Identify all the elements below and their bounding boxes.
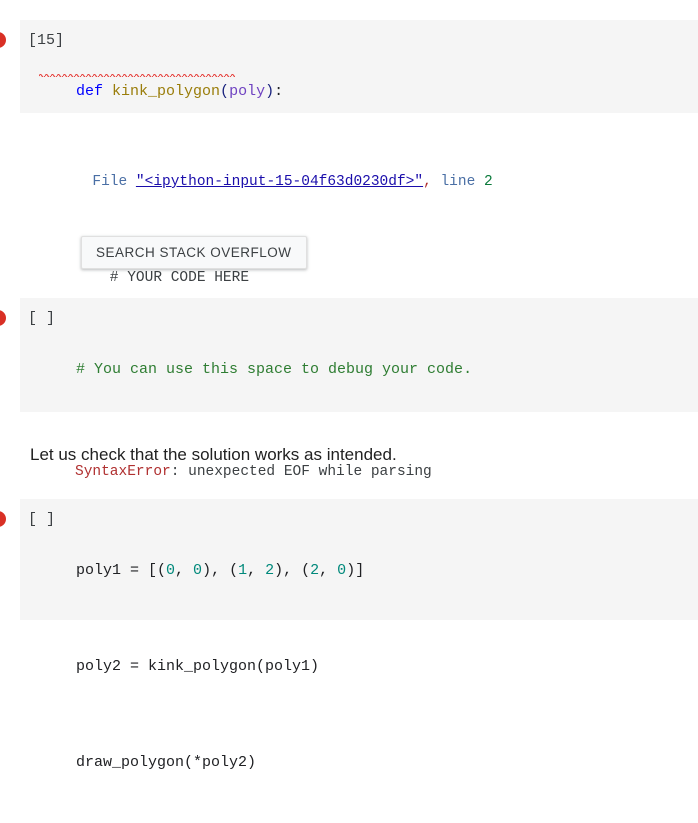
token-separator: , [247, 562, 265, 579]
token-separator: ), ( [202, 562, 238, 579]
token-separator: ), ( [274, 562, 310, 579]
token-keyword-def: def [76, 83, 112, 100]
traceback-source-text: # YOUR CODE HERE [75, 270, 249, 286]
cell-2-editor[interactable]: [ ] # You can use this space to debug yo… [20, 298, 698, 412]
traceback-file-label: File [75, 174, 136, 190]
token-close-bracket: )] [346, 562, 364, 579]
error-icon[interactable] [0, 32, 6, 48]
cell-1-output: File "<ipython-input-15-04f63d0230df>", … [20, 113, 698, 285]
token-number: 0 [193, 562, 202, 579]
token-parameter: poly [229, 83, 265, 100]
token-separator: , [319, 562, 337, 579]
code-line: poly2 = kink_polygon(poly1) [76, 655, 364, 679]
code-line: # You can use this space to debug your c… [76, 358, 472, 382]
token-comment-debug-hint: # You can use this space to debug your c… [76, 361, 472, 378]
token-number: 0 [337, 562, 346, 579]
token-function-name: kink_polygon [112, 83, 220, 100]
token-open-paren: ( [220, 83, 229, 100]
spellcheck-squiggle-underline [39, 73, 235, 77]
traceback-line-file: File "<ipython-input-15-04f63d0230df>", … [75, 170, 493, 194]
token-number: 2 [310, 562, 319, 579]
token-number: 2 [265, 562, 274, 579]
token-call-draw-polygon: draw_polygon(*poly2) [76, 754, 256, 771]
traceback-line-number: 2 [484, 174, 493, 190]
traceback-line-label: line [440, 174, 484, 190]
token-close-paren: ) [265, 83, 274, 100]
token-assign-poly2: poly2 = kink_polygon(poly1) [76, 658, 319, 675]
cell-3-code[interactable]: poly1 = [(0, 0), (1, 2), (2, 0)] poly2 =… [76, 511, 364, 823]
cell-2-execution-count[interactable]: [ ] [28, 310, 72, 327]
token-number: 0 [166, 562, 175, 579]
token-assign-poly1: poly1 = [( [76, 562, 166, 579]
error-icon[interactable] [0, 511, 6, 527]
code-line: def kink_polygon(poly): [76, 80, 283, 104]
code-line: poly1 = [(0, 0), (1, 2), (2, 0)] [76, 559, 364, 583]
cell-3-execution-count[interactable]: [ ] [28, 511, 72, 528]
markdown-text-block[interactable]: Let us check that the solution works as … [30, 443, 397, 467]
traceback-line-source: # YOUR CODE HERE [75, 266, 493, 290]
cell-1-execution-count[interactable]: [15] [28, 32, 72, 49]
colab-notebook: 0s [15] def kink_polygon(poly): # YOUR C… [0, 0, 698, 633]
traceback-comma: , [423, 174, 440, 190]
token-number: 1 [238, 562, 247, 579]
token-separator: , [175, 562, 193, 579]
code-line: draw_polygon(*poly2) [76, 751, 364, 775]
token-colon: : [274, 83, 283, 100]
cell-1-editor[interactable]: [15] def kink_polygon(poly): # YOUR CODE… [20, 20, 698, 113]
search-stack-overflow-button[interactable]: SEARCH STACK OVERFLOW [81, 236, 307, 269]
cell-3-editor[interactable]: [ ] poly1 = [(0, 0), (1, 2), (2, 0)] pol… [20, 499, 698, 620]
error-icon[interactable] [0, 310, 6, 326]
traceback-file-link[interactable]: "<ipython-input-15-04f63d0230df>" [136, 174, 423, 190]
